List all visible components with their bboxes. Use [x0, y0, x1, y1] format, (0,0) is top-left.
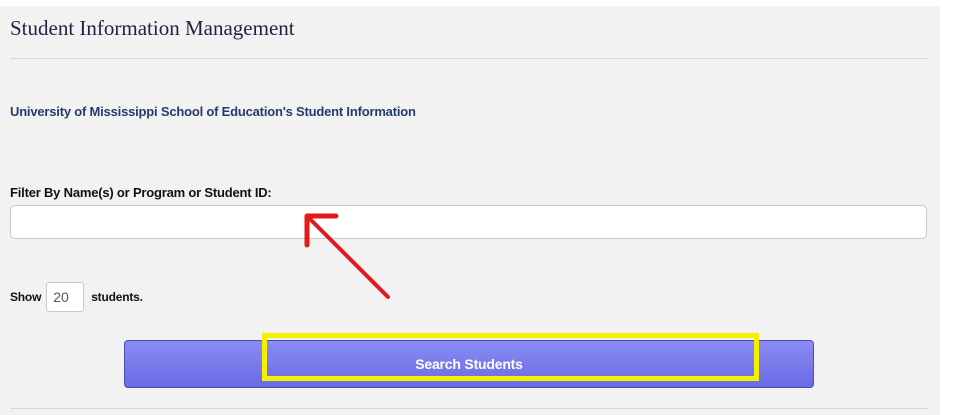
show-count-input[interactable] — [46, 282, 85, 312]
header-divider — [10, 58, 929, 59]
show-suffix-label: students. — [91, 290, 143, 304]
show-count-row: Show students. — [10, 282, 143, 312]
institution-subtitle: University of Mississippi School of Educ… — [10, 104, 416, 119]
footer-divider — [10, 408, 929, 409]
filter-label: Filter By Name(s) or Program or Student … — [10, 185, 272, 200]
filter-input[interactable] — [10, 205, 927, 239]
show-prefix-label: Show — [10, 290, 42, 304]
search-students-button[interactable]: Search Students — [124, 340, 814, 388]
page-title: Student Information Management — [10, 16, 295, 40]
